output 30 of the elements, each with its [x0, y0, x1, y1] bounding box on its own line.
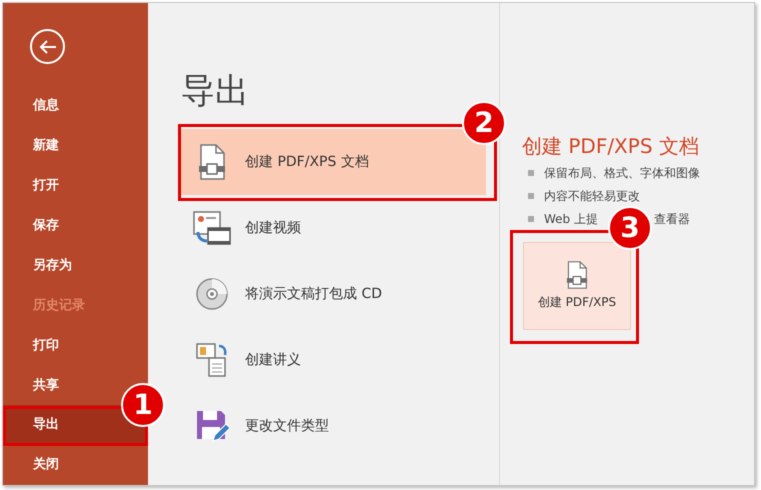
bullet-text: 保留布局、格式、字体和图像 [544, 164, 700, 182]
sidebar-item[interactable]: 保存 [33, 206, 59, 246]
save-icon [195, 409, 229, 443]
page-title: 导出 [181, 71, 250, 111]
export-option[interactable]: 更改文件类型 [181, 393, 486, 459]
document-icon [198, 144, 226, 180]
bullet-text: Web 上提 [544, 210, 598, 228]
sidebar-item[interactable]: 打开 [33, 166, 59, 206]
export-option[interactable]: 将演示文稿打包成 CD [181, 261, 486, 327]
document-icon [566, 261, 588, 289]
sidebar-item[interactable]: 信息 [33, 86, 59, 126]
back-arrow-icon [38, 40, 56, 54]
bullet-icon [528, 192, 534, 198]
export-option[interactable]: 创建讲义 [181, 327, 486, 393]
create-pdf-button[interactable]: 创建 PDF/XPS [523, 242, 631, 330]
bullet-text: 查看器 [654, 210, 690, 228]
bullet-icon [528, 170, 534, 176]
sidebar-item[interactable]: 另存为 [33, 246, 72, 286]
disc-icon [195, 277, 229, 311]
bullet-icon [528, 216, 534, 222]
export-option[interactable]: 创建视频 [181, 195, 486, 261]
handout-icon [195, 342, 229, 378]
detail-title: 创建 PDF/XPS 文档 [522, 133, 700, 159]
sidebar-item[interactable]: 打印 [33, 325, 59, 366]
sidebar-item[interactable]: 关闭 [33, 445, 59, 486]
video-icon [192, 210, 232, 246]
sidebar-item[interactable]: 新建 [33, 126, 59, 166]
sidebar-item[interactable]: 共享 [33, 365, 59, 406]
back-button[interactable] [30, 29, 65, 64]
bullet-text: 内容不能轻易更改 [544, 188, 640, 204]
